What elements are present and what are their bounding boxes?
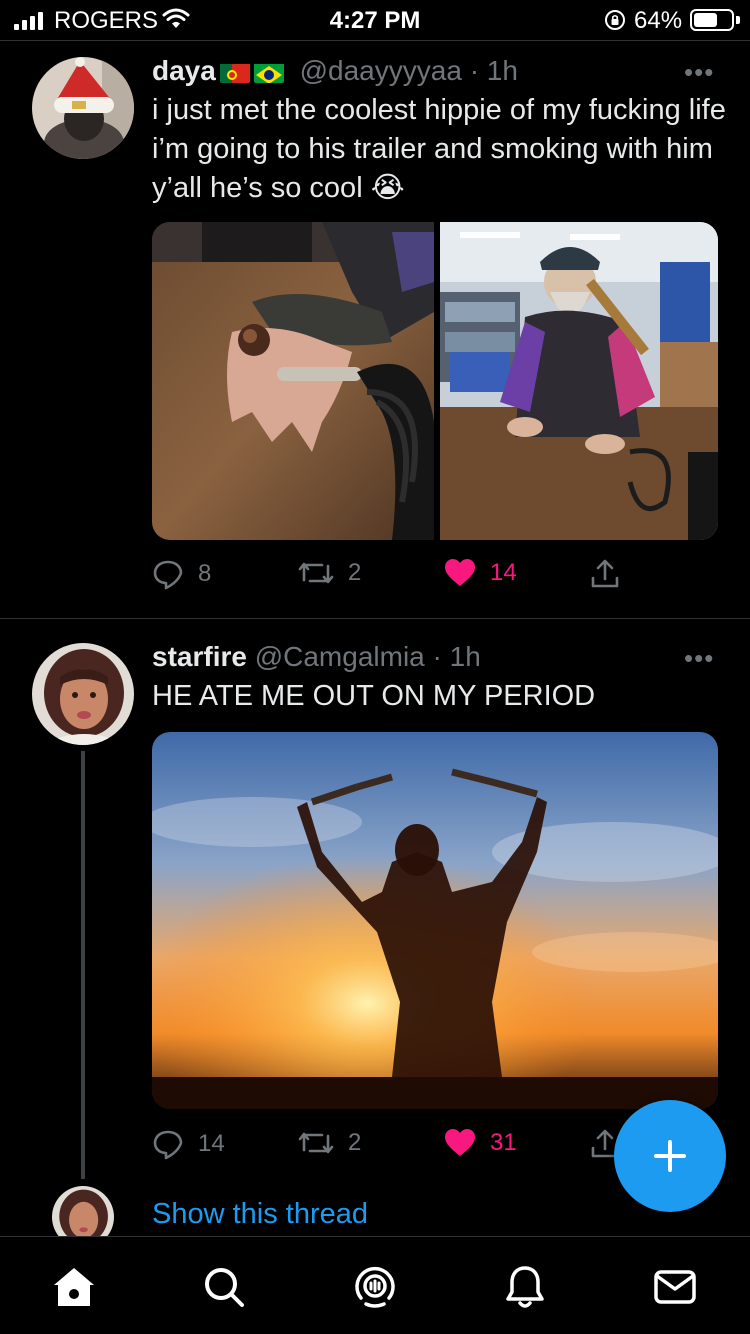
reply-button[interactable]: 14 [152, 1128, 225, 1160]
display-name[interactable]: starfire [152, 641, 247, 672]
tweet-body: i just met the coolest hippie of my fuck… [152, 94, 726, 204]
tab-messages[interactable] [647, 1259, 703, 1315]
retweet-count: 2 [348, 559, 362, 586]
like-button[interactable]: 14 [444, 558, 517, 588]
avatar[interactable] [32, 57, 134, 159]
heart-filled-icon [445, 559, 475, 586]
share-icon [591, 559, 619, 588]
tweet-body: HE ATE ME OUT ON MY PERIOD [152, 680, 596, 712]
compose-plus-icon [654, 1140, 686, 1172]
home-icon [54, 1268, 94, 1306]
battery-icon [690, 9, 734, 31]
battery-nub [736, 16, 740, 24]
tab-home[interactable] [46, 1259, 102, 1315]
like-button[interactable]: 31 [444, 1128, 517, 1158]
reply-icon [153, 1130, 183, 1160]
more-options-icon[interactable]: ••• [684, 643, 714, 674]
tweet-text: HE ATE ME OUT ON MY PERIOD [152, 677, 732, 716]
timestamp[interactable]: 1h [450, 641, 481, 672]
tab-bar [0, 1236, 750, 1334]
media-photo-1[interactable] [152, 222, 434, 540]
orientation-lock-icon [605, 10, 625, 30]
like-count: 31 [490, 1129, 517, 1156]
retweet-button[interactable]: 2 [298, 1128, 361, 1158]
share-button[interactable] [590, 558, 620, 590]
status-bar: ROGERS 4:27 PM 64% [0, 0, 750, 40]
media-photo-2[interactable] [440, 222, 718, 540]
tweet-1[interactable]: daya @daayyyyaa · 1h ••• i just met the … [0, 41, 750, 618]
heart-filled-icon [445, 1129, 475, 1156]
tweet-actions: 8 2 14 [152, 558, 652, 598]
avatar[interactable] [32, 643, 134, 745]
messages-icon [654, 1270, 696, 1304]
tweet-header: starfire @Camgalmia · 1h [152, 641, 481, 673]
compose-button[interactable] [614, 1100, 726, 1212]
media-photo-1[interactable] [152, 732, 718, 1109]
like-count: 14 [490, 559, 517, 586]
tab-search[interactable] [196, 1259, 252, 1315]
separator-dot: · [469, 55, 480, 86]
reply-button[interactable]: 8 [152, 558, 211, 590]
tweet-media[interactable] [152, 222, 718, 540]
retweet-button[interactable]: 2 [298, 558, 361, 588]
show-thread-link[interactable]: Show this thread [152, 1198, 368, 1231]
handle[interactable]: @Camgalmia [255, 641, 425, 672]
battery-percent: 64% [634, 7, 683, 34]
search-icon [205, 1268, 244, 1307]
tweet-text: i just met the coolest hippie of my fuck… [152, 91, 732, 208]
tab-notifications[interactable] [497, 1259, 553, 1315]
reply-icon [153, 560, 183, 590]
portugal-flag-icon [219, 61, 250, 83]
retweet-icon [298, 1132, 334, 1154]
tweet-actions: 14 2 31 [152, 1128, 652, 1168]
retweet-count: 2 [348, 1129, 362, 1156]
tab-spaces[interactable] [347, 1259, 403, 1315]
tweet-header: daya @daayyyyaa · 1h [152, 55, 518, 87]
notifications-icon [506, 1266, 544, 1308]
crying-emoji-icon: 😭 [370, 172, 405, 204]
battery-fill [694, 13, 717, 27]
spaces-icon [355, 1267, 395, 1308]
timestamp[interactable]: 1h [487, 55, 518, 86]
retweet-icon [298, 562, 334, 584]
brazil-flag-icon [253, 61, 284, 83]
reply-count: 8 [198, 560, 212, 587]
reply-count: 14 [198, 1130, 225, 1157]
handle[interactable]: @daayyyyaa [300, 55, 462, 86]
tweet-media[interactable] [152, 732, 718, 1109]
display-name[interactable]: daya [152, 55, 216, 86]
thread-connector [81, 751, 85, 1179]
separator-dot: · [432, 641, 442, 672]
more-options-icon[interactable]: ••• [684, 57, 714, 88]
